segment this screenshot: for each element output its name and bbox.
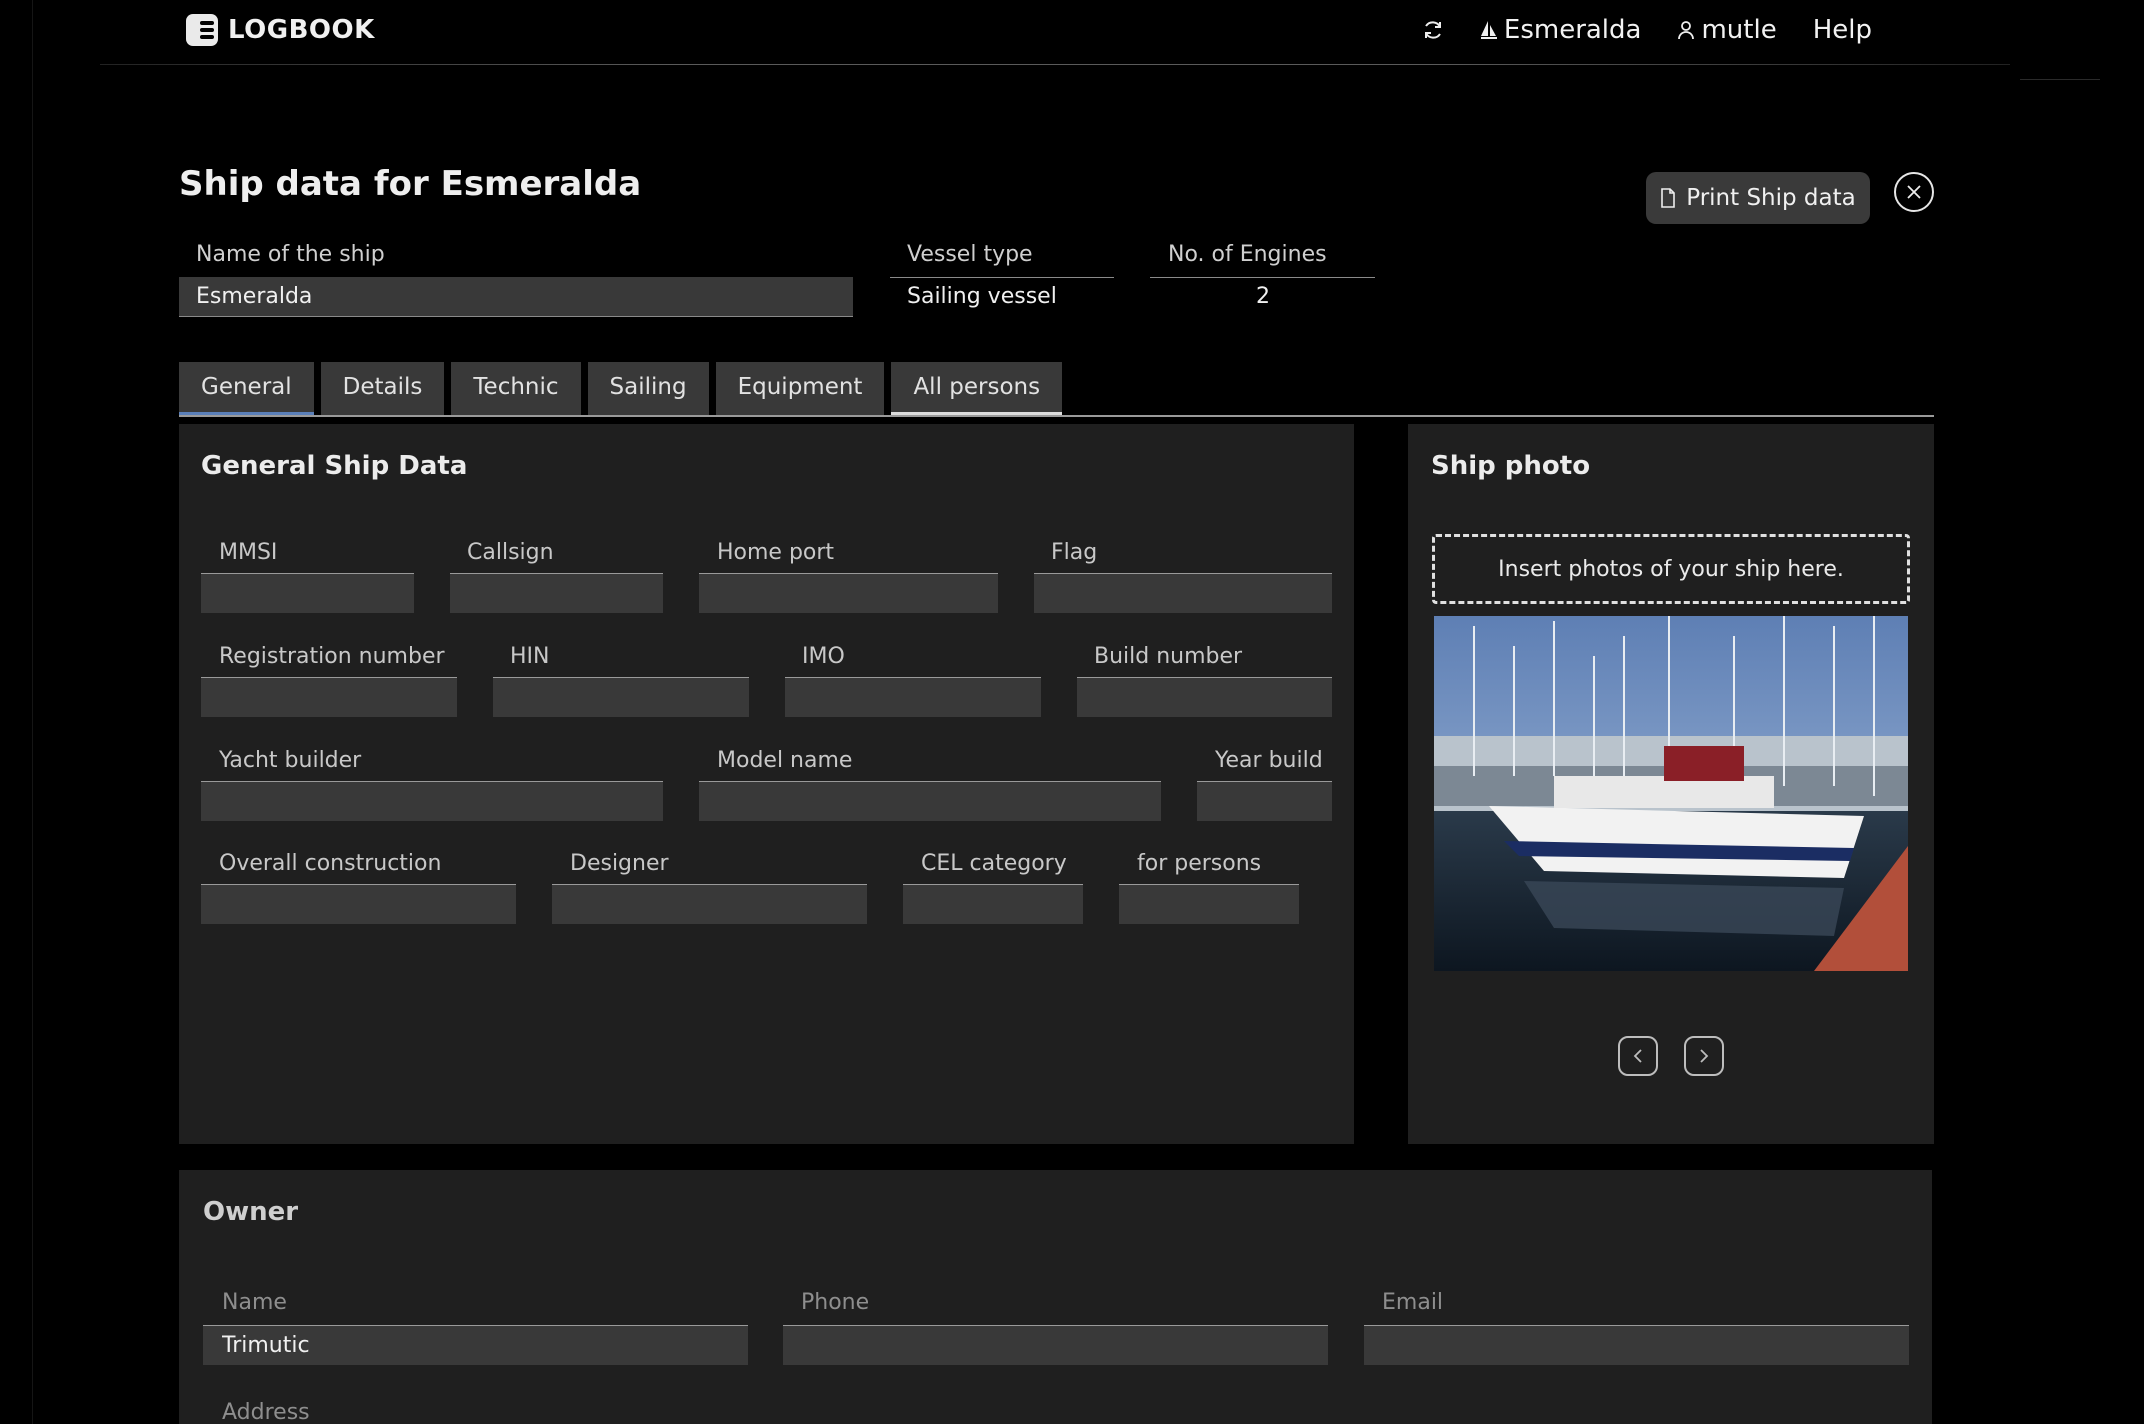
close-icon <box>1907 185 1921 199</box>
owner-phone-input[interactable] <box>783 1325 1328 1365</box>
home-port-label: Home port <box>717 540 835 565</box>
user-icon <box>1678 21 1695 40</box>
print-ship-data-button[interactable]: Print Ship data <box>1646 172 1870 224</box>
nav-user[interactable]: mutle <box>1677 15 1777 45</box>
tab-technic[interactable]: Technic <box>451 362 581 416</box>
model-name-label: Model name <box>717 748 853 773</box>
photo-next-button[interactable] <box>1684 1036 1724 1076</box>
ship-name-input[interactable] <box>179 277 853 317</box>
mmsi-input[interactable] <box>201 573 414 613</box>
yacht-builder-label: Yacht builder <box>219 748 362 773</box>
owner-email-label: Email <box>1382 1290 1444 1315</box>
mmsi-label: MMSI <box>219 540 278 565</box>
hin-input[interactable] <box>493 677 749 717</box>
owner-name-label: Name <box>222 1290 287 1315</box>
ship-photo-title: Ship photo <box>1431 451 1591 481</box>
vessel-type-label: Vessel type <box>907 242 1033 267</box>
photo-dropzone[interactable]: Insert photos of your ship here. <box>1432 534 1910 604</box>
tab-general[interactable]: General <box>179 362 314 416</box>
build-number-label: Build number <box>1094 644 1243 669</box>
close-button[interactable] <box>1894 172 1934 212</box>
owner-panel <box>179 1170 1932 1424</box>
tab-equipment[interactable]: Equipment <box>715 362 885 416</box>
nav-help[interactable]: Help <box>1813 15 1872 45</box>
for-persons-input[interactable] <box>1119 884 1299 924</box>
sailboat-icon <box>1480 21 1497 39</box>
year-build-input[interactable] <box>1197 781 1332 821</box>
document-icon <box>1661 188 1676 208</box>
cel-category-input[interactable] <box>903 884 1083 924</box>
owner-name-input[interactable] <box>203 1325 748 1365</box>
top-nav: Esmeralda mutle Help <box>1422 10 1872 50</box>
left-rail <box>32 0 33 1424</box>
registration-number-label: Registration number <box>219 644 445 669</box>
year-build-label: Year build <box>1215 748 1323 773</box>
callsign-input[interactable] <box>450 573 663 613</box>
top-bar: LOGBOOK Esmeralda mutle Help <box>0 0 2144 80</box>
print-ship-data-label: Print Ship data <box>1686 185 1856 211</box>
yacht-builder-input[interactable] <box>201 781 663 821</box>
topbar-divider <box>100 64 2010 65</box>
owner-phone-label: Phone <box>801 1290 870 1315</box>
owner-email-input[interactable] <box>1364 1325 1909 1365</box>
build-number-input[interactable] <box>1077 677 1332 717</box>
designer-input[interactable] <box>552 884 867 924</box>
model-name-input[interactable] <box>699 781 1161 821</box>
ship-name-label: Name of the ship <box>196 242 385 267</box>
nav-ship-label: Esmeralda <box>1503 15 1642 45</box>
flag-input[interactable] <box>1034 573 1332 613</box>
chevron-right-icon <box>1700 1049 1709 1063</box>
imo-input[interactable] <box>785 677 1041 717</box>
ship-photo <box>1434 616 1908 971</box>
tabs-divider <box>179 415 1934 417</box>
tab-all-persons[interactable]: All persons <box>891 362 1063 416</box>
callsign-label: Callsign <box>467 540 554 565</box>
page-title: Ship data for Esmeralda <box>179 164 642 204</box>
engines-value[interactable]: 2 <box>1256 284 1270 309</box>
logbook-logo-icon <box>186 14 218 46</box>
general-ship-data-title: General Ship Data <box>201 451 468 481</box>
vessel-type-value[interactable]: Sailing vessel <box>907 284 1057 309</box>
home-port-input[interactable] <box>699 573 998 613</box>
engines-divider <box>1150 277 1375 278</box>
nav-user-label: mutle <box>1701 15 1777 45</box>
engines-label: No. of Engines <box>1168 242 1327 267</box>
owner-address-label: Address <box>222 1400 310 1424</box>
photo-prev-button[interactable] <box>1618 1036 1658 1076</box>
photo-dropzone-text: Insert photos of your ship here. <box>1498 556 1844 582</box>
vessel-type-divider <box>890 277 1114 278</box>
for-persons-label: for persons <box>1137 851 1262 876</box>
hin-label: HIN <box>510 644 550 669</box>
imo-label: IMO <box>802 644 845 669</box>
sync-icon[interactable] <box>1422 19 1444 41</box>
overall-construction-input[interactable] <box>201 884 516 924</box>
overall-construction-label: Overall construction <box>219 851 442 876</box>
brand-name: LOGBOOK <box>228 15 375 45</box>
designer-label: Designer <box>570 851 669 876</box>
cel-category-label: CEL category <box>921 851 1067 876</box>
flag-label: Flag <box>1051 540 1098 565</box>
chevron-left-icon <box>1633 1049 1642 1063</box>
registration-number-input[interactable] <box>201 677 457 717</box>
tab-sailing[interactable]: Sailing <box>587 362 709 416</box>
brand[interactable]: LOGBOOK <box>186 12 375 48</box>
tab-details[interactable]: Details <box>320 362 445 416</box>
owner-title: Owner <box>203 1197 299 1227</box>
nav-ship[interactable]: Esmeralda <box>1480 15 1642 45</box>
topbar-divider-right <box>2020 79 2100 80</box>
tab-bar: General Details Technic Sailing Equipmen… <box>179 362 1063 416</box>
